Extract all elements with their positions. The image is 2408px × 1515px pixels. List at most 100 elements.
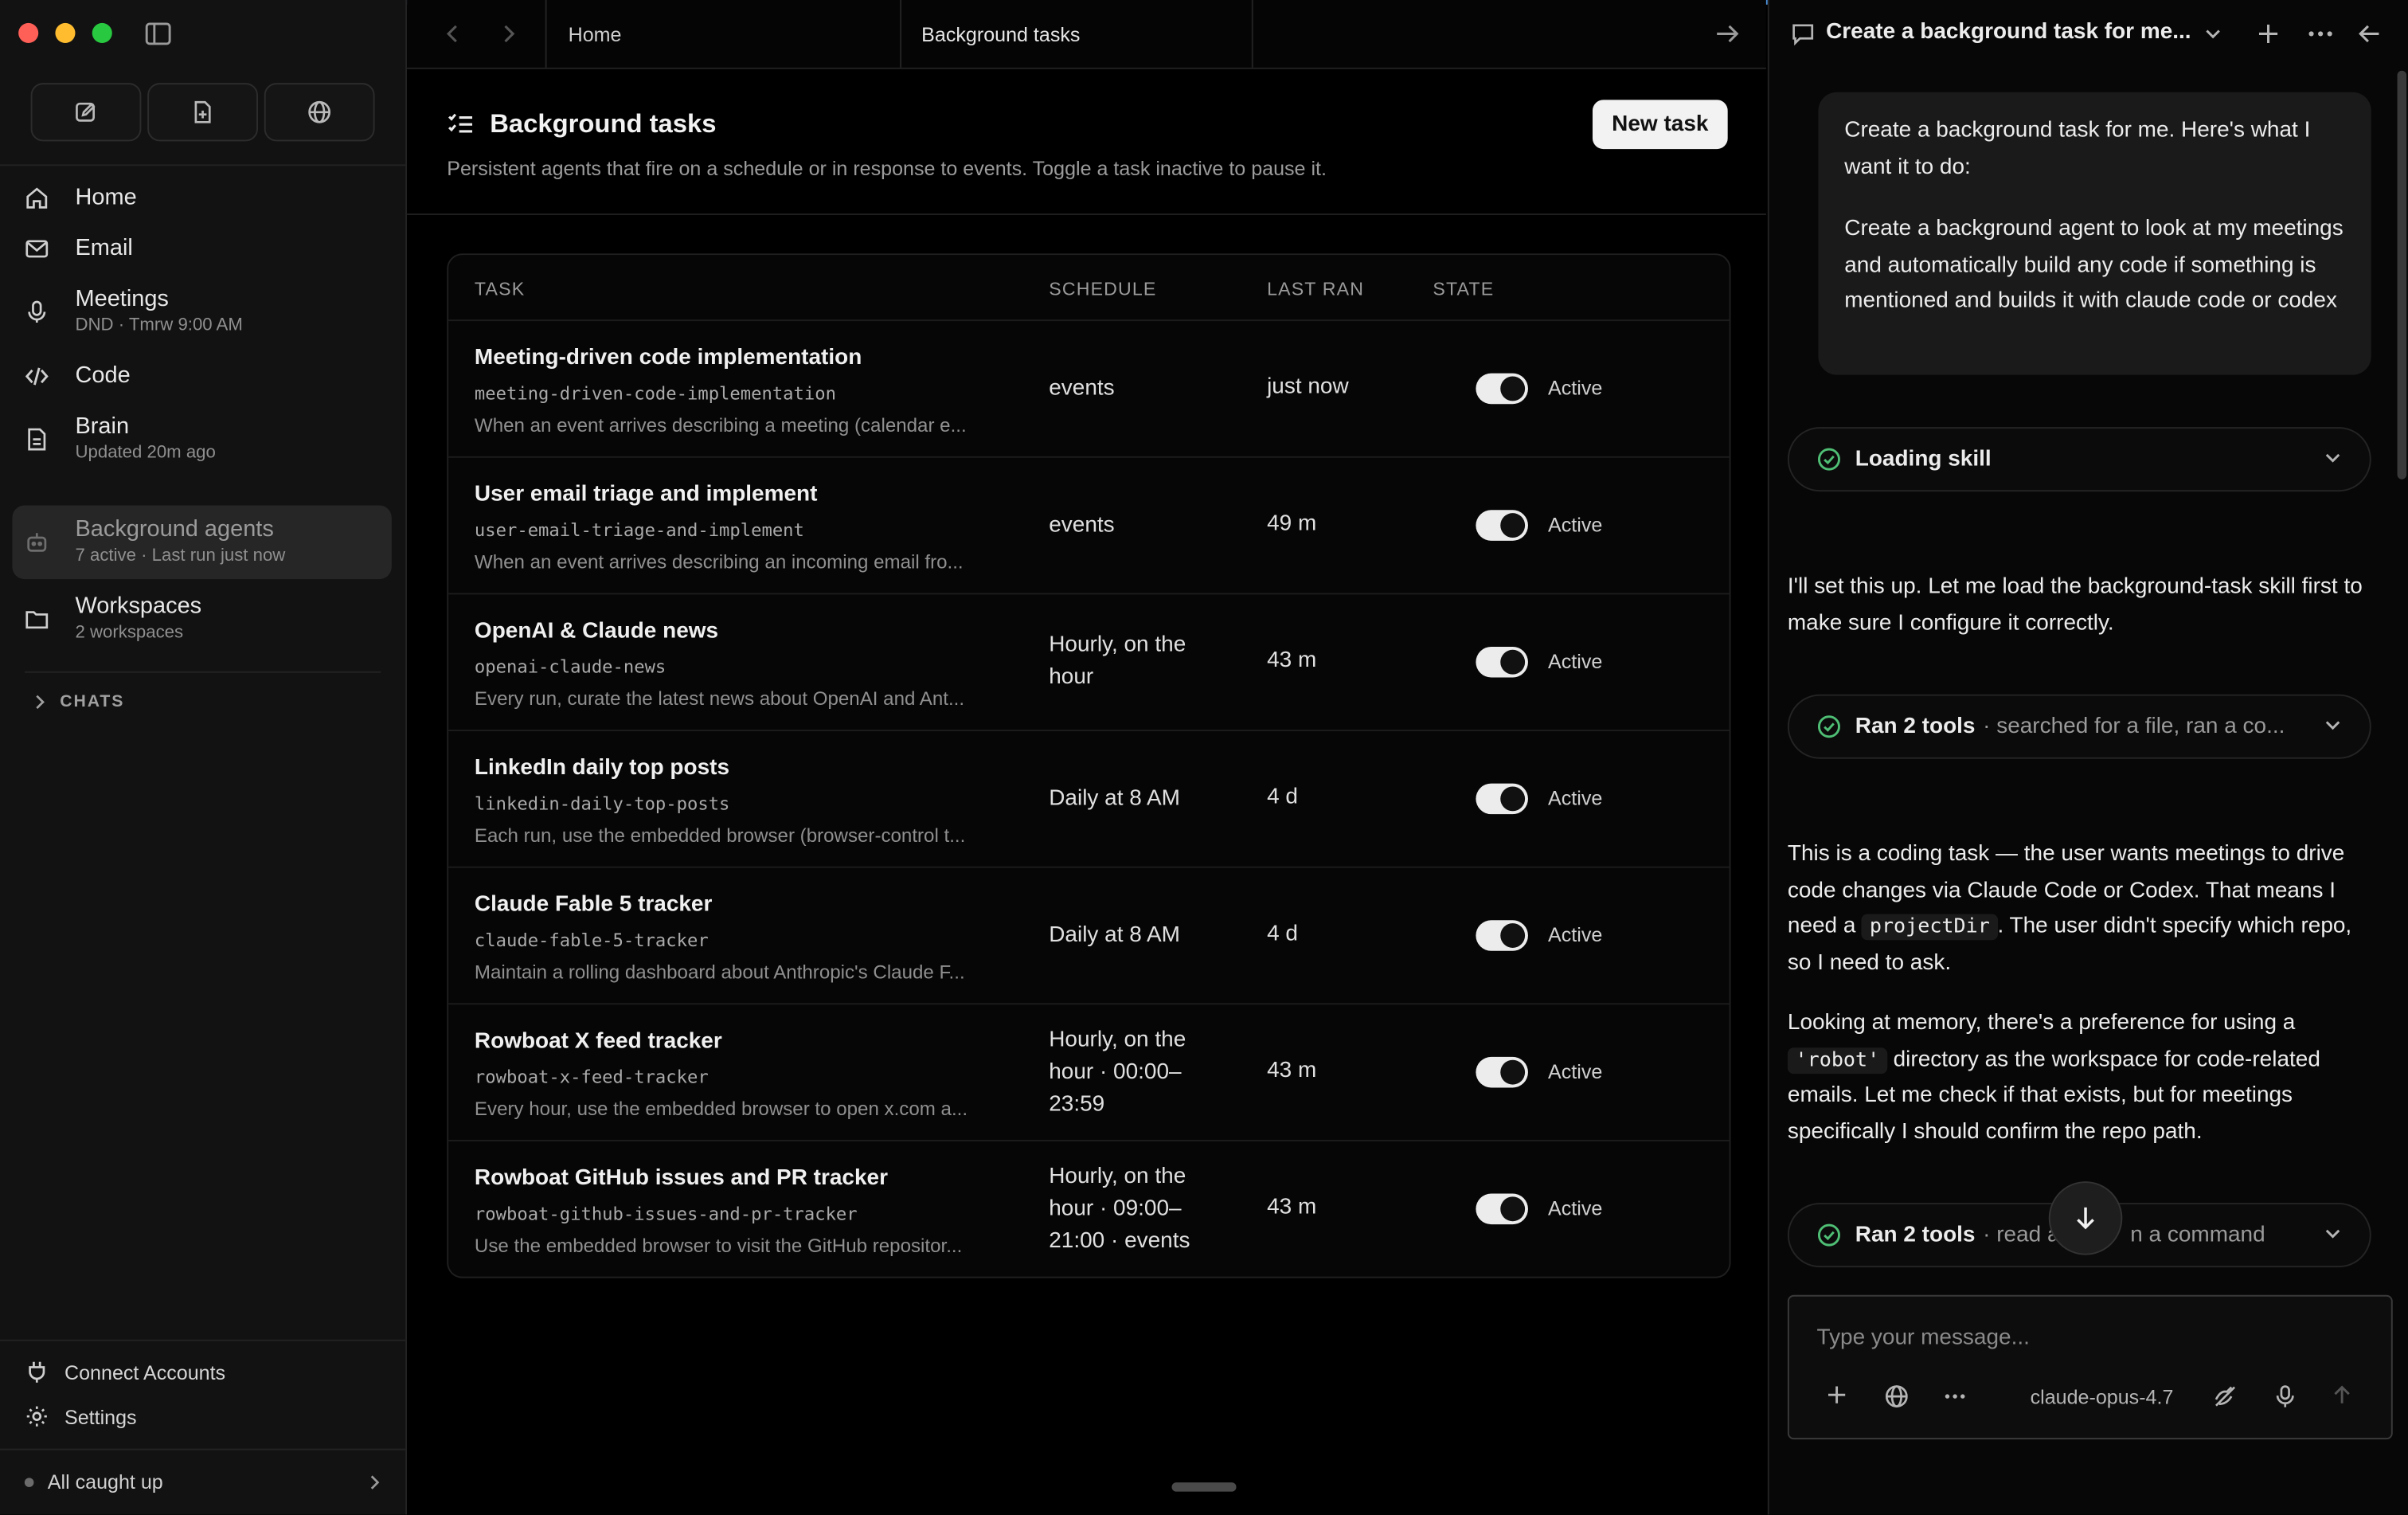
chevron-down-icon xyxy=(2324,448,2342,467)
sidebar-divider xyxy=(0,164,406,166)
task-description: Maintain a rolling dashboard about Anthr… xyxy=(474,961,965,984)
sidebar-item-home[interactable]: Home xyxy=(12,184,391,215)
task-name: OpenAI & Claude news xyxy=(474,619,719,644)
voice-off-icon[interactable] xyxy=(2213,1384,2238,1409)
send-arrow-up-icon[interactable] xyxy=(2332,1384,2353,1406)
table-row[interactable]: User email triage and implement user-ema… xyxy=(448,458,1730,595)
sidebar-item-meetings[interactable]: Meetings DND · Tmrw 9:00 AM xyxy=(12,286,391,341)
connect-accounts-label: Connect Accounts xyxy=(64,1360,226,1384)
task-schedule: Daily at 8 AM xyxy=(1049,786,1180,812)
sidebar-item-email[interactable]: Email xyxy=(12,235,391,266)
zoom-window-button[interactable] xyxy=(92,22,112,44)
tool-call-ran-tools[interactable]: Ran 2 tools · searched for a file, ran a… xyxy=(1787,694,2371,759)
scroll-to-bottom-button[interactable] xyxy=(2048,1181,2123,1255)
sidebar-item-brain[interactable]: Brain Updated 20m ago xyxy=(12,413,391,468)
sync-status[interactable]: All caught up xyxy=(24,1470,381,1493)
sidebar-divider xyxy=(0,1339,406,1341)
active-toggle[interactable] xyxy=(1476,920,1528,951)
tab-background-tasks[interactable]: Background tasks xyxy=(900,0,1253,68)
minimize-window-button[interactable] xyxy=(55,22,76,44)
column-header-schedule[interactable]: SCHEDULE xyxy=(1049,278,1156,299)
task-schedule: Hourly, on the hour xyxy=(1049,632,1186,690)
chat-scrollbar[interactable] xyxy=(2397,70,2407,480)
active-toggle[interactable] xyxy=(1476,373,1528,405)
chats-section-toggle[interactable]: CHATS xyxy=(33,693,124,711)
plug-icon xyxy=(29,1361,45,1383)
table-row[interactable]: Claude Fable 5 tracker claude-fable-5-tr… xyxy=(448,868,1730,1005)
page-title: Background tasks xyxy=(447,109,716,140)
sidebar-item-background-agents[interactable]: Background agents 7 active · Last run jus… xyxy=(12,505,392,580)
header-divider xyxy=(407,213,1766,216)
new-chat-button[interactable] xyxy=(30,83,142,142)
table-row[interactable]: Meeting-driven code implementation meeti… xyxy=(448,321,1730,458)
column-header-task[interactable]: TASK xyxy=(475,278,525,299)
arrow-left-icon[interactable] xyxy=(2357,22,2382,46)
task-last-ran: 43 m xyxy=(1267,648,1317,673)
message-composer[interactable]: Type your message... claude-opus-4.7 xyxy=(1787,1294,2393,1440)
table-row[interactable]: LinkedIn daily top posts linkedin-daily-… xyxy=(448,731,1730,868)
globe-icon xyxy=(308,100,331,123)
sidebar-item-code[interactable]: Code xyxy=(12,362,391,393)
task-last-ran: 4 d xyxy=(1267,785,1298,810)
sidebar-toggle-icon[interactable] xyxy=(144,20,172,48)
more-icon[interactable] xyxy=(2308,29,2333,39)
sync-status-label: All caught up xyxy=(47,1470,163,1493)
new-document-button[interactable] xyxy=(147,83,259,142)
active-toggle[interactable] xyxy=(1476,1193,1528,1225)
bot-icon xyxy=(25,530,53,554)
more-icon[interactable] xyxy=(1945,1393,1966,1400)
inline-code: projectDir xyxy=(1862,914,1998,941)
new-task-button[interactable]: New task xyxy=(1592,100,1728,150)
arrow-down-icon xyxy=(2077,1207,2094,1230)
task-schedule: events xyxy=(1049,513,1115,538)
task-name: User email triage and implement xyxy=(474,482,818,507)
tab-home[interactable]: Home xyxy=(545,0,883,68)
task-state: Active xyxy=(1548,649,1603,673)
globe-icon[interactable] xyxy=(1884,1384,1909,1409)
task-slug: rowboat-x-feed-tracker xyxy=(474,1066,709,1088)
chevron-down-icon[interactable] xyxy=(2204,25,2222,43)
attach-plus-icon[interactable] xyxy=(1826,1384,1847,1406)
task-last-ran: just now xyxy=(1267,374,1349,400)
check-circle-icon xyxy=(1817,447,1842,472)
tab-label: Home xyxy=(568,22,622,45)
microphone-icon[interactable] xyxy=(2274,1384,2296,1409)
task-description: When an event arrives describing an inco… xyxy=(474,551,964,574)
code-icon xyxy=(25,364,53,389)
table-row[interactable]: Rowboat GitHub issues and PR tracker row… xyxy=(448,1141,1729,1277)
forward-arrow-icon[interactable] xyxy=(499,22,518,46)
chat-title[interactable]: Create a background task for me... xyxy=(1826,20,2195,45)
user-message-text: Create a background task for me. Here's … xyxy=(1844,118,2311,179)
task-name: Claude Fable 5 tracker xyxy=(474,892,713,918)
arrow-right-icon[interactable] xyxy=(1714,20,1742,48)
close-window-button[interactable] xyxy=(18,22,39,44)
message-input-placeholder[interactable]: Type your message... xyxy=(1817,1325,2030,1350)
page-title-text: Background tasks xyxy=(490,108,717,139)
active-toggle[interactable] xyxy=(1476,783,1528,815)
chat-header: Create a background task for me... xyxy=(1769,0,2408,68)
sidebar-item-sub: 7 active · Last run just now xyxy=(75,546,286,566)
back-arrow-icon[interactable] xyxy=(444,22,462,46)
check-circle-icon xyxy=(1817,714,1842,739)
settings-link[interactable]: Settings xyxy=(25,1404,137,1429)
sidebar-item-workspaces[interactable]: Workspaces 2 workspaces xyxy=(12,593,391,648)
tool-call-loading-skill[interactable]: Loading skill xyxy=(1787,427,2371,492)
table-row[interactable]: Rowboat X feed tracker rowboat-x-feed-tr… xyxy=(448,1004,1730,1141)
active-toggle[interactable] xyxy=(1476,646,1528,678)
sidebar-item-label: Workspaces xyxy=(75,593,202,620)
plus-icon[interactable] xyxy=(2256,22,2281,46)
table-row[interactable]: OpenAI & Claude news openai-claude-news … xyxy=(448,594,1730,732)
browser-button[interactable] xyxy=(264,83,375,142)
model-selector[interactable]: claude-opus-4.7 xyxy=(2031,1386,2174,1409)
resize-handle[interactable] xyxy=(1171,1482,1237,1492)
home-icon xyxy=(25,186,53,210)
column-header-state[interactable]: STATE xyxy=(1433,278,1494,299)
column-header-last-ran[interactable]: LAST RAN xyxy=(1267,278,1364,299)
task-name: LinkedIn daily top posts xyxy=(474,755,730,781)
active-toggle[interactable] xyxy=(1476,1056,1528,1088)
connect-accounts-link[interactable]: Connect Accounts xyxy=(25,1360,225,1384)
document-icon xyxy=(25,427,53,452)
task-slug: openai-claude-news xyxy=(474,656,666,678)
tab-label: Background tasks xyxy=(921,22,1081,45)
active-toggle[interactable] xyxy=(1476,510,1528,541)
